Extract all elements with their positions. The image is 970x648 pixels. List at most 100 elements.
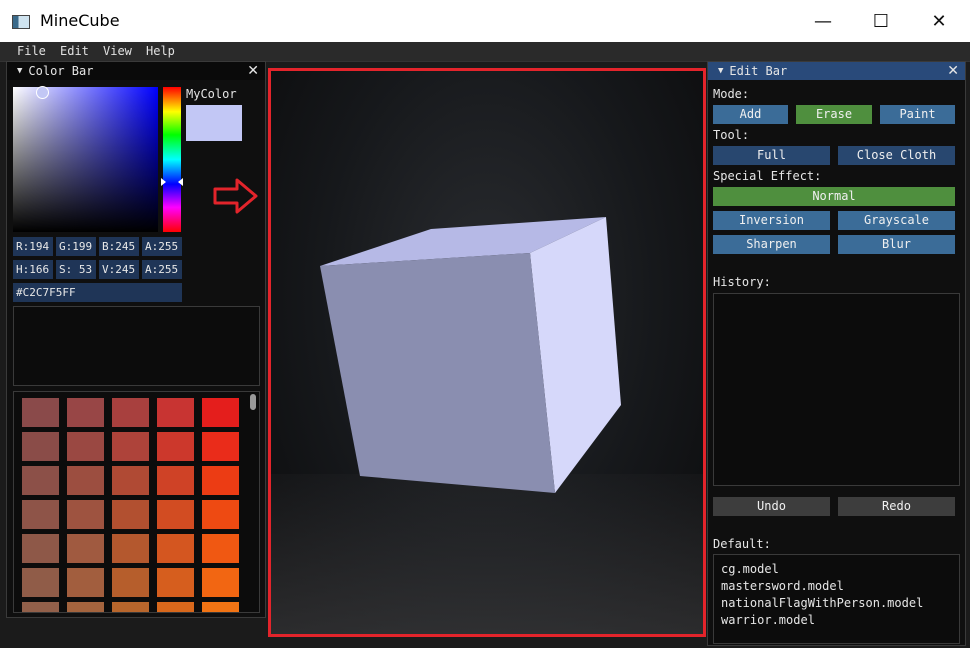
palette-scrollbar[interactable] bbox=[250, 394, 256, 410]
mode-label: Mode: bbox=[713, 87, 750, 101]
menu-edit[interactable]: Edit bbox=[60, 44, 89, 58]
hex-field[interactable]: #C2C7F5FF bbox=[13, 283, 182, 302]
palette-swatch[interactable] bbox=[157, 534, 194, 563]
menu-file[interactable]: File bbox=[17, 44, 46, 58]
palette-swatch[interactable] bbox=[112, 500, 149, 529]
value-field[interactable]: V:245 bbox=[99, 260, 139, 279]
edit-bar-close-icon[interactable]: ✕ bbox=[947, 62, 959, 80]
palette-swatch[interactable] bbox=[112, 398, 149, 427]
list-item[interactable]: nationalFlagWithPerson.model bbox=[721, 596, 923, 610]
app-icon bbox=[12, 15, 30, 29]
blue-field[interactable]: B:245 bbox=[99, 237, 139, 256]
palette-swatch[interactable] bbox=[22, 466, 59, 495]
palette-swatch[interactable] bbox=[202, 432, 239, 461]
palette-swatch[interactable] bbox=[67, 602, 104, 612]
default-label: Default: bbox=[713, 537, 771, 551]
special-effect-label: Special Effect: bbox=[713, 169, 822, 183]
palette-swatch[interactable] bbox=[67, 466, 104, 495]
palette-swatch[interactable] bbox=[112, 602, 149, 612]
hue-marker-left-icon[interactable] bbox=[161, 178, 166, 186]
add-button[interactable]: Add bbox=[713, 105, 788, 124]
menu-help[interactable]: Help bbox=[146, 44, 175, 58]
palette-swatch[interactable] bbox=[157, 602, 194, 612]
paint-button[interactable]: Paint bbox=[880, 105, 955, 124]
palette-swatch[interactable] bbox=[67, 500, 104, 529]
title-bar: MineCube — ☐ ✕ bbox=[0, 0, 970, 42]
hue-slider[interactable] bbox=[163, 87, 181, 232]
close-cloth-button[interactable]: Close Cloth bbox=[838, 146, 955, 165]
palette-swatch[interactable] bbox=[22, 534, 59, 563]
green-field[interactable]: G:199 bbox=[56, 237, 96, 256]
maximize-button[interactable]: ☐ bbox=[852, 0, 910, 42]
palette-swatch[interactable] bbox=[22, 602, 59, 612]
default-models-list: cg.model mastersword.model nationalFlagW… bbox=[713, 554, 960, 644]
palette-swatch[interactable] bbox=[157, 500, 194, 529]
palette-swatch[interactable] bbox=[157, 466, 194, 495]
list-item[interactable]: cg.model bbox=[721, 562, 779, 576]
window-title: MineCube bbox=[40, 11, 120, 30]
minimize-button[interactable]: — bbox=[794, 0, 852, 42]
palette-swatch[interactable] bbox=[202, 500, 239, 529]
hue-field[interactable]: H:166 bbox=[13, 260, 53, 279]
alpha-field[interactable]: A:255 bbox=[142, 237, 182, 256]
mycolor-swatch[interactable] bbox=[186, 105, 242, 141]
red-field[interactable]: R:194 bbox=[13, 237, 53, 256]
menu-view[interactable]: View bbox=[103, 44, 132, 58]
color-bar-close-icon[interactable]: ✕ bbox=[247, 62, 259, 80]
palette-swatch[interactable] bbox=[157, 568, 194, 597]
palette-swatch[interactable] bbox=[202, 568, 239, 597]
edit-bar-header[interactable]: ▼ Edit Bar ✕ bbox=[708, 62, 965, 80]
tool-label: Tool: bbox=[713, 128, 750, 142]
color-picker-marker[interactable] bbox=[36, 86, 49, 99]
cube-model[interactable] bbox=[271, 71, 703, 634]
palette-swatch[interactable] bbox=[112, 534, 149, 563]
palette-swatch[interactable] bbox=[67, 398, 104, 427]
hue-marker-right-icon[interactable] bbox=[178, 178, 183, 186]
palette-swatch[interactable] bbox=[112, 432, 149, 461]
palette-swatch[interactable] bbox=[202, 466, 239, 495]
close-button[interactable]: ✕ bbox=[910, 0, 968, 42]
collapse-triangle-icon[interactable]: ▼ bbox=[17, 66, 22, 76]
color-preview-area bbox=[13, 306, 260, 386]
palette-swatch[interactable] bbox=[67, 534, 104, 563]
list-item[interactable]: warrior.model bbox=[721, 613, 815, 627]
list-item[interactable]: mastersword.model bbox=[721, 579, 844, 593]
palette-swatch[interactable] bbox=[202, 398, 239, 427]
edit-bar-title: Edit Bar bbox=[729, 64, 788, 78]
grayscale-button[interactable]: Grayscale bbox=[838, 211, 955, 230]
palette-swatch[interactable] bbox=[112, 568, 149, 597]
palette-swatch[interactable] bbox=[67, 432, 104, 461]
full-button[interactable]: Full bbox=[713, 146, 830, 165]
collapse-triangle-icon[interactable]: ▼ bbox=[718, 66, 723, 76]
saturation-field[interactable]: S: 53 bbox=[56, 260, 96, 279]
erase-button[interactable]: Erase bbox=[796, 105, 872, 124]
menu-bar: File Edit View Help bbox=[0, 42, 970, 62]
palette-swatch[interactable] bbox=[202, 534, 239, 563]
palette-swatch[interactable] bbox=[22, 500, 59, 529]
palette-swatch[interactable] bbox=[202, 602, 239, 612]
saturation-value-picker[interactable] bbox=[13, 87, 158, 232]
cube-front-face bbox=[320, 253, 555, 493]
palette-swatch[interactable] bbox=[22, 398, 59, 427]
redo-button[interactable]: Redo bbox=[838, 497, 955, 516]
undo-button[interactable]: Undo bbox=[713, 497, 830, 516]
palette-swatch[interactable] bbox=[22, 432, 59, 461]
viewport-3d[interactable] bbox=[268, 68, 706, 637]
palette-swatch[interactable] bbox=[67, 568, 104, 597]
color-bar-title: Color Bar bbox=[28, 64, 94, 78]
mycolor-label: MyColor bbox=[186, 87, 237, 101]
alpha-field-hsv[interactable]: A:255 bbox=[142, 260, 182, 279]
color-palette[interactable] bbox=[13, 391, 260, 613]
arrow-right-icon bbox=[213, 178, 258, 214]
color-bar-header[interactable]: ▼ Color Bar ✕ bbox=[7, 62, 265, 80]
history-list[interactable] bbox=[713, 293, 960, 486]
palette-swatch[interactable] bbox=[157, 432, 194, 461]
blur-button[interactable]: Blur bbox=[838, 235, 955, 254]
normal-effect-button[interactable]: Normal bbox=[713, 187, 955, 206]
inversion-button[interactable]: Inversion bbox=[713, 211, 830, 230]
palette-swatch[interactable] bbox=[112, 466, 149, 495]
history-label: History: bbox=[713, 275, 771, 289]
palette-swatch[interactable] bbox=[22, 568, 59, 597]
sharpen-button[interactable]: Sharpen bbox=[713, 235, 830, 254]
palette-swatch[interactable] bbox=[157, 398, 194, 427]
